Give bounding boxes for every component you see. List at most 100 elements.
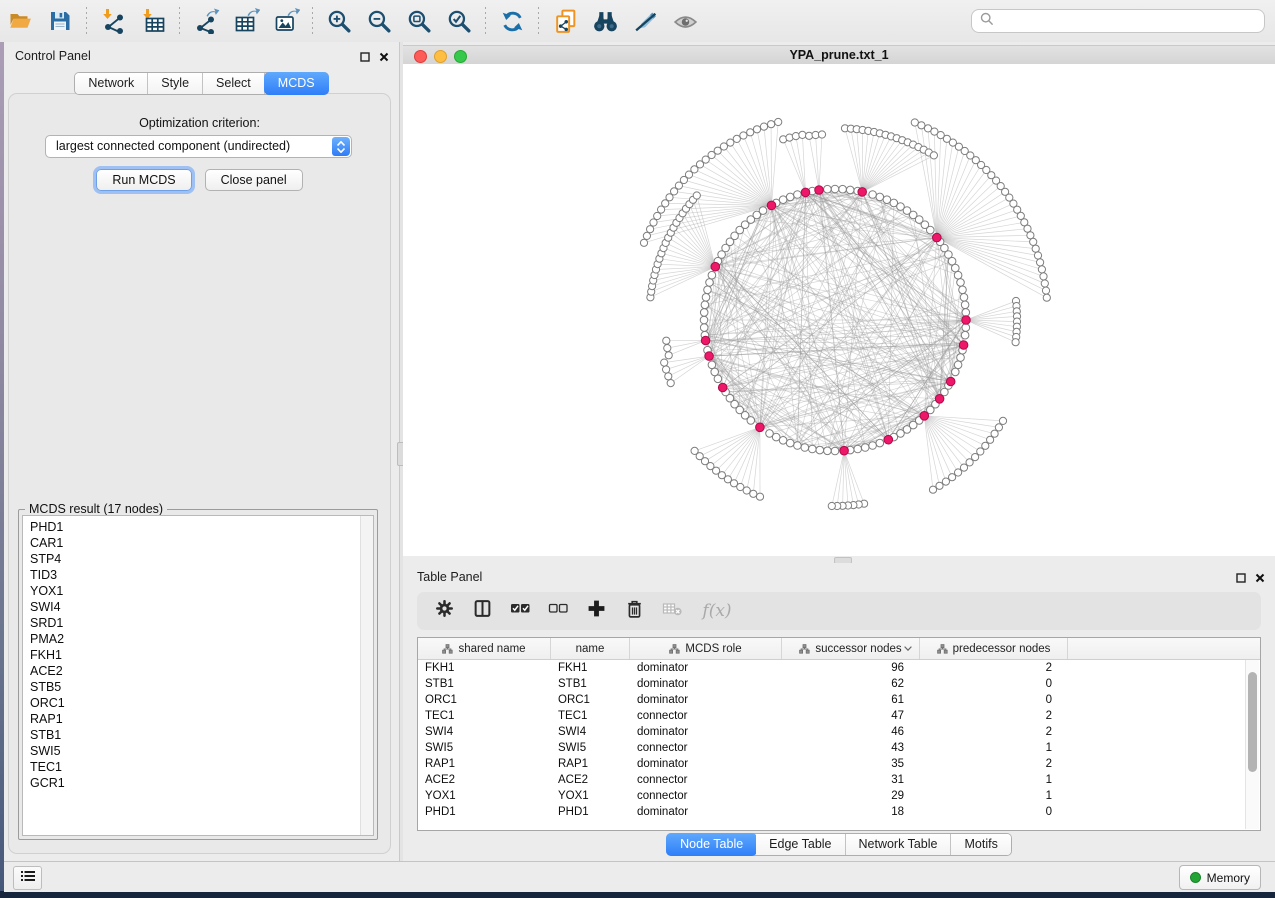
search-input[interactable]	[1000, 13, 1264, 29]
mcds-result-item[interactable]: STB1	[23, 727, 373, 743]
export-image-button[interactable]	[266, 4, 306, 38]
close-panel-icon[interactable]	[379, 49, 389, 67]
cell-predecessor-nodes: 0	[920, 678, 1068, 690]
memory-button[interactable]: Memory	[1179, 865, 1261, 890]
tab-edge-table[interactable]: Edge Table	[756, 834, 845, 855]
table-scrollbar[interactable]	[1245, 660, 1259, 829]
mcds-result-item[interactable]: PMA2	[23, 631, 373, 647]
table-row[interactable]: RAP1RAP1dominator352	[418, 756, 1260, 772]
import-network-button[interactable]	[93, 4, 133, 38]
mcds-result-item[interactable]: STB5	[23, 679, 373, 695]
mcds-result-item[interactable]: SWI4	[23, 599, 373, 615]
mcds-result-item[interactable]: YOX1	[23, 583, 373, 599]
toolbar-separator	[485, 7, 486, 35]
show-hide-button[interactable]	[665, 4, 705, 38]
tab-network[interactable]: Network	[75, 73, 148, 94]
table-panel-header: Table Panel	[403, 563, 1275, 591]
mcds-result-item[interactable]: FKH1	[23, 647, 373, 663]
table-row[interactable]: STB1STB1dominator620	[418, 676, 1260, 692]
function-builder-button[interactable]: f(x)	[698, 599, 736, 623]
mcds-result-item[interactable]: SWI5	[23, 743, 373, 759]
save-session-button[interactable]	[40, 4, 80, 38]
cell-shared-name: ORC1	[418, 694, 551, 706]
tab-node-table[interactable]: Node Table	[666, 833, 757, 856]
table-row[interactable]: TEC1TEC1connector472	[418, 708, 1260, 724]
cell-MCDS-role: connector	[630, 774, 782, 786]
delete-table-button[interactable]	[660, 599, 684, 623]
network-canvas[interactable]	[403, 64, 1275, 556]
export-table-icon	[233, 8, 260, 34]
zoom-in-button[interactable]	[319, 4, 359, 38]
float-panel-icon[interactable]	[360, 49, 370, 67]
mcds-result-item[interactable]: SRD1	[23, 615, 373, 631]
show-columns-button[interactable]	[470, 599, 494, 623]
mcds-hub-node	[858, 188, 867, 197]
column-header-shared-name[interactable]: shared name	[418, 638, 551, 659]
close-panel-button[interactable]: Close panel	[205, 169, 303, 191]
hierarchy-sort-icon	[937, 644, 948, 654]
cell-successor-nodes: 18	[782, 806, 920, 818]
open-session-button[interactable]	[0, 4, 40, 38]
run-mcds-button[interactable]: Run MCDS	[96, 169, 191, 191]
tab-network-table[interactable]: Network Table	[846, 834, 952, 855]
mcds-result-list: PHD1CAR1STP4TID3YOX1SWI4SRD1PMA2FKH1ACE2…	[22, 515, 374, 836]
mcds-result-item[interactable]: ACE2	[23, 663, 373, 679]
delete-column-button[interactable]	[622, 599, 646, 623]
chevron-down-icon[interactable]	[904, 646, 912, 651]
mcds-result-item[interactable]: ORC1	[23, 695, 373, 711]
tab-motifs[interactable]: Motifs	[951, 834, 1010, 855]
task-history-button[interactable]	[13, 866, 42, 890]
network-graph[interactable]	[403, 64, 1275, 556]
table-options-button[interactable]	[432, 599, 456, 623]
column-header-successor-nodes[interactable]: successor nodes	[782, 638, 920, 659]
toolbar-separator	[179, 7, 180, 35]
share-session-button[interactable]	[545, 4, 585, 38]
column-header-name[interactable]: name	[551, 638, 630, 659]
find-button[interactable]	[585, 4, 625, 38]
table-row[interactable]: YOX1YOX1connector291	[418, 788, 1260, 804]
table-row[interactable]: ACE2ACE2connector311	[418, 772, 1260, 788]
table-row[interactable]: SWI5SWI5connector431	[418, 740, 1260, 756]
table-row[interactable]: SWI4SWI4dominator462	[418, 724, 1260, 740]
refresh-layout-button[interactable]	[492, 4, 532, 38]
zoom-selected-button[interactable]	[439, 4, 479, 38]
mcds-result-item[interactable]: GCR1	[23, 775, 373, 791]
column-header-label: successor nodes	[815, 643, 901, 655]
toggle-graphics-details-button[interactable]	[625, 4, 665, 38]
mcds-result-item[interactable]: TEC1	[23, 759, 373, 775]
mcds-result-item[interactable]: CAR1	[23, 535, 373, 551]
close-panel-icon[interactable]	[1255, 570, 1265, 588]
scrollbar-thumb[interactable]	[1248, 672, 1257, 772]
zoom-out-icon	[366, 8, 393, 35]
criterion-dropdown[interactable]: largest connected component (undirected)	[45, 135, 352, 158]
mcds-result-box: MCDS result (17 nodes) PHD1CAR1STP4TID3Y…	[18, 509, 378, 840]
tab-style[interactable]: Style	[148, 73, 203, 94]
zoom-fit-button[interactable]	[399, 4, 439, 38]
mcds-result-item[interactable]: PHD1	[23, 519, 373, 535]
float-panel-icon[interactable]	[1236, 570, 1246, 588]
table-row[interactable]: PHD1PHD1dominator180	[418, 804, 1260, 820]
import-table-button[interactable]	[133, 4, 173, 38]
column-header-filler	[1068, 638, 1260, 659]
tab-select[interactable]: Select	[203, 73, 265, 94]
tab-mcds[interactable]: MCDS	[264, 72, 329, 95]
column-header-predecessor-nodes[interactable]: predecessor nodes	[920, 638, 1068, 659]
zoom-out-button[interactable]	[359, 4, 399, 38]
cell-predecessor-nodes: 2	[920, 758, 1068, 770]
select-all-button[interactable]	[508, 599, 532, 623]
horizontal-splitter[interactable]	[403, 556, 1275, 563]
deselect-all-button[interactable]	[546, 599, 570, 623]
mcds-result-item[interactable]: STP4	[23, 551, 373, 567]
export-network-button[interactable]	[186, 4, 226, 38]
cell-name: STB1	[551, 678, 630, 690]
table-row[interactable]: FKH1FKH1dominator962	[418, 660, 1260, 676]
mcds-result-item[interactable]: TID3	[23, 567, 373, 583]
cell-successor-nodes: 43	[782, 742, 920, 754]
add-column-button[interactable]	[584, 599, 608, 623]
cell-name: TEC1	[551, 710, 630, 722]
column-header-MCDS-role[interactable]: MCDS role	[630, 638, 782, 659]
export-table-button[interactable]	[226, 4, 266, 38]
mcds-result-item[interactable]: RAP1	[23, 711, 373, 727]
mcds-result-scrollbar[interactable]	[360, 516, 373, 835]
table-row[interactable]: ORC1ORC1dominator610	[418, 692, 1260, 708]
